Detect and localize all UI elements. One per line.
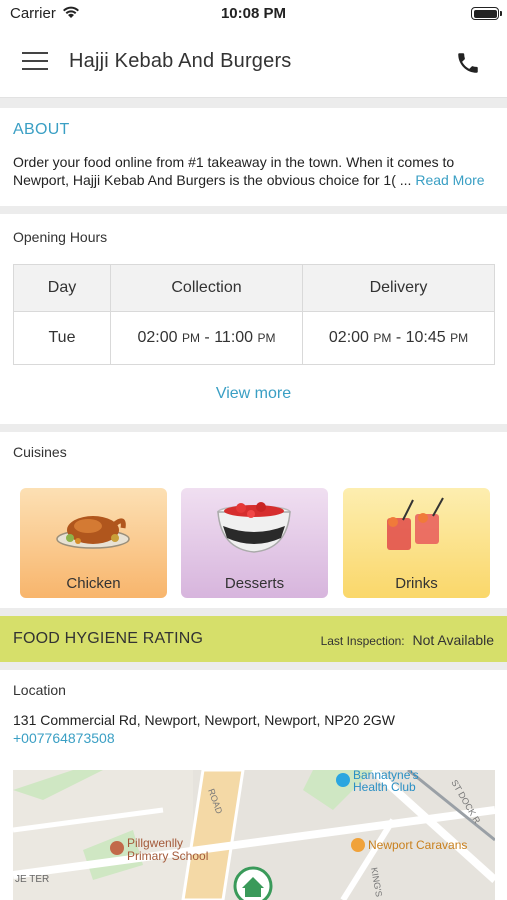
delivery-end-ampm: PM [450, 331, 469, 345]
hamburger-menu-icon[interactable] [22, 52, 48, 72]
dessert-bowl-icon [217, 502, 291, 553]
cuisine-label-drinks: Drinks [395, 575, 438, 592]
school-map-pin-icon [110, 841, 124, 855]
read-more-link[interactable]: Read More [415, 172, 484, 188]
battery-icon [471, 7, 502, 20]
about-text-line2-wrap: Newport, Hajji Kebab And Burgers is the … [13, 171, 497, 189]
address-text: 131 Commercial Rd, Newport, Newport, New… [13, 712, 396, 728]
delivery-end: 10:45 [405, 329, 446, 346]
food-hygiene-rating-bar: FOOD HYGIENE RATING Last Inspection: Not… [0, 616, 507, 662]
opening-hours-label: Opening Hours [13, 229, 108, 245]
map-label-caravans: Newport Caravans [368, 838, 467, 852]
opening-hours-table: Day Collection Delivery Tue 02:00 PM - 1… [13, 264, 495, 365]
table-header-row: Day Collection Delivery [13, 264, 495, 312]
cuisines-label: Cuisines [13, 444, 67, 460]
about-section: ABOUT Order your food online from #1 tak… [0, 108, 507, 206]
cuisines-section: Cuisines Chicken Desserts Drinks [0, 432, 507, 608]
location-label: Location [13, 682, 66, 698]
gym-map-pin-icon [336, 773, 350, 787]
cuisine-tile-desserts[interactable]: Desserts [181, 488, 328, 598]
location-map[interactable]: ROAD ST DOCK R JE TER KING'S Bannatyne's… [13, 770, 495, 900]
cuisine-label-chicken: Chicken [66, 575, 121, 592]
collection-end-ampm: PM [257, 331, 276, 345]
about-text-line2: Newport, Hajji Kebab And Burgers is the … [13, 172, 412, 188]
cocktail-glasses-icon [387, 497, 444, 550]
collection-hours-cell: 02:00 PM - 11:00 PM [110, 311, 303, 365]
column-header-collection: Collection [110, 264, 303, 312]
map-label-school: Pillgwenlly [127, 836, 183, 850]
day-cell: Tue [13, 311, 111, 365]
table-row: Tue 02:00 PM - 11:00 PM 02:00 PM - 10:45… [13, 311, 495, 365]
roast-chicken-icon [56, 516, 130, 549]
collection-end: 11:00 [214, 329, 254, 346]
app-bar: Hajji Kebab And Burgers [0, 28, 507, 98]
last-inspection: Last Inspection: Not Available [321, 632, 494, 648]
delivery-hours-cell: 02:00 PM - 10:45 PM [302, 311, 495, 365]
hygiene-title: FOOD HYGIENE RATING [13, 630, 204, 647]
last-inspection-value: Not Available [412, 632, 494, 648]
status-bar: Carrier 10:08 PM [0, 0, 507, 28]
cuisine-tile-drinks[interactable]: Drinks [343, 488, 490, 598]
map-label-school-2: Primary School [127, 849, 208, 863]
column-header-delivery: Delivery [302, 264, 495, 312]
cuisine-tile-chicken[interactable]: Chicken [20, 488, 167, 598]
caravan-map-pin-icon [351, 838, 365, 852]
map-label-gym-2: Health Club [353, 780, 416, 794]
cuisine-label-desserts: Desserts [224, 575, 285, 592]
last-inspection-label: Last Inspection: [320, 634, 405, 648]
opening-hours-section: Opening Hours Day Collection Delivery Tu… [0, 214, 507, 424]
delivery-start: 02:00 [328, 329, 369, 346]
delivery-start-ampm: PM [373, 331, 392, 345]
view-more-link[interactable]: View more [0, 385, 507, 403]
phone-number-link[interactable]: +007764873508 [13, 730, 115, 746]
location-section: Location 131 Commercial Rd, Newport, New… [0, 670, 507, 900]
page-title: Hajji Kebab And Burgers [69, 50, 292, 72]
about-text: Order your food online from #1 takeaway … [13, 153, 497, 189]
map-canvas: ROAD ST DOCK R JE TER KING'S Bannatyne's… [13, 770, 495, 900]
about-text-line1: Order your food online from #1 takeaway … [13, 154, 455, 170]
phone-call-icon[interactable] [455, 50, 481, 76]
about-heading: ABOUT [13, 121, 70, 138]
column-header-day: Day [13, 264, 111, 312]
clock: 10:08 PM [220, 5, 287, 22]
collection-start-ampm: PM [181, 331, 200, 345]
map-road-label-3: JE TER [15, 874, 49, 885]
collection-start: 02:00 [137, 329, 178, 346]
